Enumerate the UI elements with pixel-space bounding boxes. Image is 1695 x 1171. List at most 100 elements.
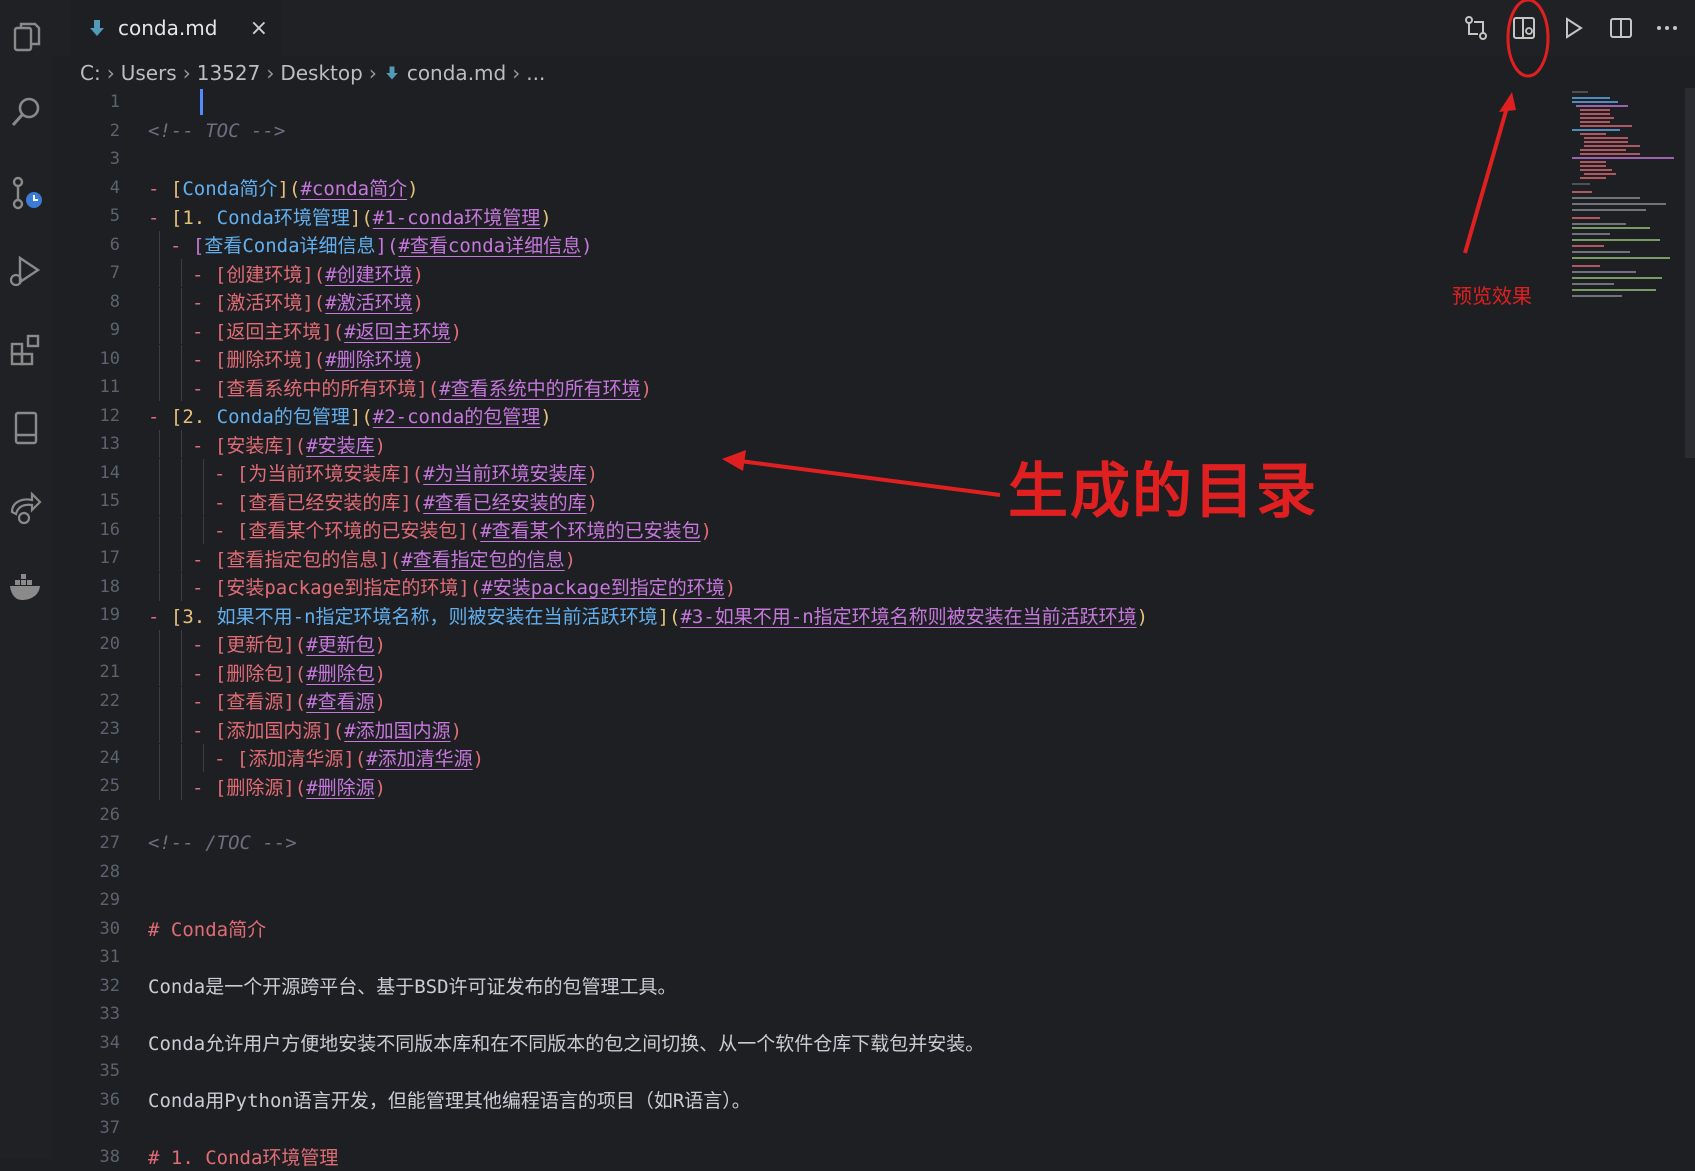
- breadcrumb-item[interactable]: C:: [80, 61, 101, 85]
- source-control-icon[interactable]: [0, 164, 52, 224]
- anchor-link[interactable]: #3-如果不用-n指定环境名称则被安装在当前活跃环境: [680, 606, 1136, 628]
- book-icon[interactable]: [0, 398, 52, 458]
- code-line[interactable]: 20 - [更新包](#更新包): [52, 629, 1572, 658]
- explorer-icon[interactable]: [0, 8, 52, 68]
- code-line[interactable]: 18 - [安装package到指定的环境](#安装package到指定的环境): [52, 572, 1572, 601]
- code-line[interactable]: 19 - [3. 如果不用-n指定环境名称，则被安装在当前活跃环境](#3-如果不…: [52, 601, 1572, 629]
- code-line[interactable]: 30 # Conda简介: [52, 915, 1572, 943]
- minimap[interactable]: [1570, 88, 1680, 308]
- code-line[interactable]: 12 - [2. Conda的包管理](#2-conda的包管理): [52, 402, 1572, 430]
- anchor-link[interactable]: #为当前环境安装库: [423, 463, 586, 485]
- line-number: 8: [109, 291, 120, 312]
- code-line[interactable]: 23 - [添加国内源](#添加国内源): [52, 715, 1572, 743]
- breadcrumb-item[interactable]: conda.md: [407, 61, 506, 85]
- code-line[interactable]: 17 - [查看指定包的信息](#查看指定包的信息): [52, 544, 1572, 572]
- code-line[interactable]: 26: [52, 801, 1572, 829]
- more-actions-icon[interactable]: [1649, 10, 1685, 46]
- anchor-link[interactable]: #安装库: [306, 435, 374, 457]
- code-token: Conda的包管理: [216, 406, 350, 428]
- code-text: Conda用Python语言开发，但能管理其他编程语言的项目（如R语言）。: [148, 1086, 751, 1113]
- anchor-link[interactable]: #添加国内源: [344, 720, 450, 742]
- code-line[interactable]: 35: [52, 1057, 1572, 1085]
- line-number: 16: [99, 519, 120, 540]
- code-line[interactable]: 28: [52, 858, 1572, 886]
- anchor-link[interactable]: #2-conda的包管理: [373, 406, 541, 428]
- code-line[interactable]: 31: [52, 943, 1572, 971]
- code-line[interactable]: 33: [52, 1000, 1572, 1028]
- anchor-link[interactable]: #创建环境: [325, 264, 412, 286]
- anchor-link[interactable]: #删除源: [306, 777, 374, 799]
- code-line[interactable]: 3: [52, 145, 1572, 173]
- code-line[interactable]: 9 - [返回主环境](#返回主环境): [52, 316, 1572, 344]
- anchor-link[interactable]: #返回主环境: [344, 321, 450, 343]
- code-token: ): [586, 491, 599, 514]
- anchor-link[interactable]: #查看某个环境的已安装包: [480, 520, 700, 542]
- code-token: ): [412, 263, 425, 286]
- code-line[interactable]: 4 - [Conda简介](#conda简介): [52, 174, 1572, 202]
- run-icon[interactable]: [1555, 10, 1591, 46]
- anchor-link[interactable]: #激活环境: [325, 292, 412, 314]
- breadcrumb-item[interactable]: Desktop: [280, 61, 362, 85]
- code-line[interactable]: 34 Conda允许用户方便地安装不同版本库和在不同版本的包之间切换、从一个软件仓…: [52, 1029, 1572, 1057]
- breadcrumb-item[interactable]: ...: [526, 61, 545, 85]
- code-line[interactable]: 16 - [查看某个环境的已安装包](#查看某个环境的已安装包): [52, 515, 1572, 544]
- code-token: [安装库](: [214, 434, 307, 457]
- anchor-link[interactable]: #删除环境: [325, 349, 412, 371]
- anchor-link[interactable]: #查看指定包的信息: [401, 549, 564, 571]
- code-line[interactable]: 37: [52, 1114, 1572, 1142]
- code-line[interactable]: 11 - [查看系统中的所有环境](#查看系统中的所有环境): [52, 373, 1572, 401]
- code-line[interactable]: 36 Conda用Python语言开发，但能管理其他编程语言的项目（如R语言）。: [52, 1086, 1572, 1114]
- code-line[interactable]: 2 <!-- TOC -->: [52, 117, 1572, 145]
- anchor-link[interactable]: #安装package到指定的环境: [481, 577, 725, 599]
- anchor-link[interactable]: #查看系统中的所有环境: [439, 378, 640, 400]
- anchor-link[interactable]: #查看已经安装的库: [423, 492, 586, 514]
- anchor-link[interactable]: #更新包: [306, 634, 374, 656]
- code-text: - [Conda简介](#conda简介): [148, 174, 419, 201]
- docker-icon[interactable]: [0, 556, 52, 616]
- line-number: 11: [99, 377, 120, 397]
- code-text: - [激活环境](#激活环境): [192, 288, 424, 315]
- remote-icon[interactable]: [0, 478, 52, 538]
- anchor-link[interactable]: #添加清华源: [366, 748, 472, 770]
- compare-changes-icon[interactable]: [1458, 10, 1494, 46]
- open-preview-to-side-icon[interactable]: [1506, 10, 1542, 46]
- code-line[interactable]: 29: [52, 886, 1572, 914]
- search-icon[interactable]: [0, 82, 52, 142]
- code-token: -: [148, 206, 171, 229]
- code-line[interactable]: 21 - [删除包](#删除包): [52, 658, 1572, 686]
- code-line[interactable]: 27 <!-- /TOC -->: [52, 829, 1572, 857]
- vertical-scrollbar[interactable]: [1685, 88, 1695, 458]
- code-line[interactable]: 22 - [查看源](#查看源): [52, 686, 1572, 715]
- close-icon[interactable]: ×: [250, 16, 268, 41]
- anchor-link[interactable]: #查看源: [306, 691, 374, 713]
- code-text: - [删除源](#删除源): [192, 773, 386, 800]
- line-number: 32: [99, 975, 120, 996]
- breadcrumb-item[interactable]: Users: [121, 61, 177, 85]
- code-editor[interactable]: 1 2 <!-- TOC --> 3 4- [Conda简介](#conda简介) 5- …: [52, 88, 1572, 1169]
- tab-conda-md[interactable]: conda.md ×: [70, 0, 282, 56]
- code-line[interactable]: 38 # 1. Conda环境管理: [52, 1143, 1572, 1171]
- code-line[interactable]: 32 Conda是一个开源跨平台、基于BSD许可证发布的包管理工具。: [52, 972, 1572, 1000]
- anchor-link[interactable]: #conda简介: [300, 178, 407, 200]
- code-token: 如果不用-n指定环境名称，则被安装在当前活跃环境: [216, 605, 658, 628]
- anchor-link[interactable]: #1-conda环境管理: [373, 207, 541, 229]
- code-line[interactable]: 10 - [删除环境](#删除环境): [52, 344, 1572, 373]
- code-line[interactable]: 15 - [查看已经安装的库](#查看已经安装的库): [52, 487, 1572, 515]
- code-line[interactable]: 13 - [安装库](#安装库): [52, 430, 1572, 458]
- breadcrumb-item[interactable]: 13527: [197, 61, 261, 85]
- anchor-link[interactable]: #查看conda详细信息: [398, 235, 581, 257]
- code-line[interactable]: 7 - [创建环境](#创建环境): [52, 259, 1572, 287]
- code-line[interactable]: 14 - [为当前环境安装库](#为当前环境安装库): [52, 458, 1572, 487]
- code-token: ): [564, 548, 577, 571]
- run-debug-icon[interactable]: [0, 240, 52, 300]
- split-editor-icon[interactable]: [1603, 10, 1639, 46]
- code-line[interactable]: 8 - [激活环境](#激活环境): [52, 287, 1572, 316]
- extensions-icon[interactable]: [0, 320, 52, 380]
- code-line[interactable]: 1: [52, 88, 1572, 116]
- code-line[interactable]: 25 - [删除源](#删除源): [52, 772, 1572, 800]
- code-line[interactable]: 24 - [添加清华源](#添加清华源): [52, 743, 1572, 772]
- code-line[interactable]: 6 - [查看Conda详细信息](#查看conda详细信息): [52, 230, 1572, 259]
- indent-guide: [181, 344, 182, 373]
- code-line[interactable]: 5 - [1. Conda环境管理](#1-conda环境管理): [52, 202, 1572, 230]
- anchor-link[interactable]: #删除包: [306, 663, 374, 685]
